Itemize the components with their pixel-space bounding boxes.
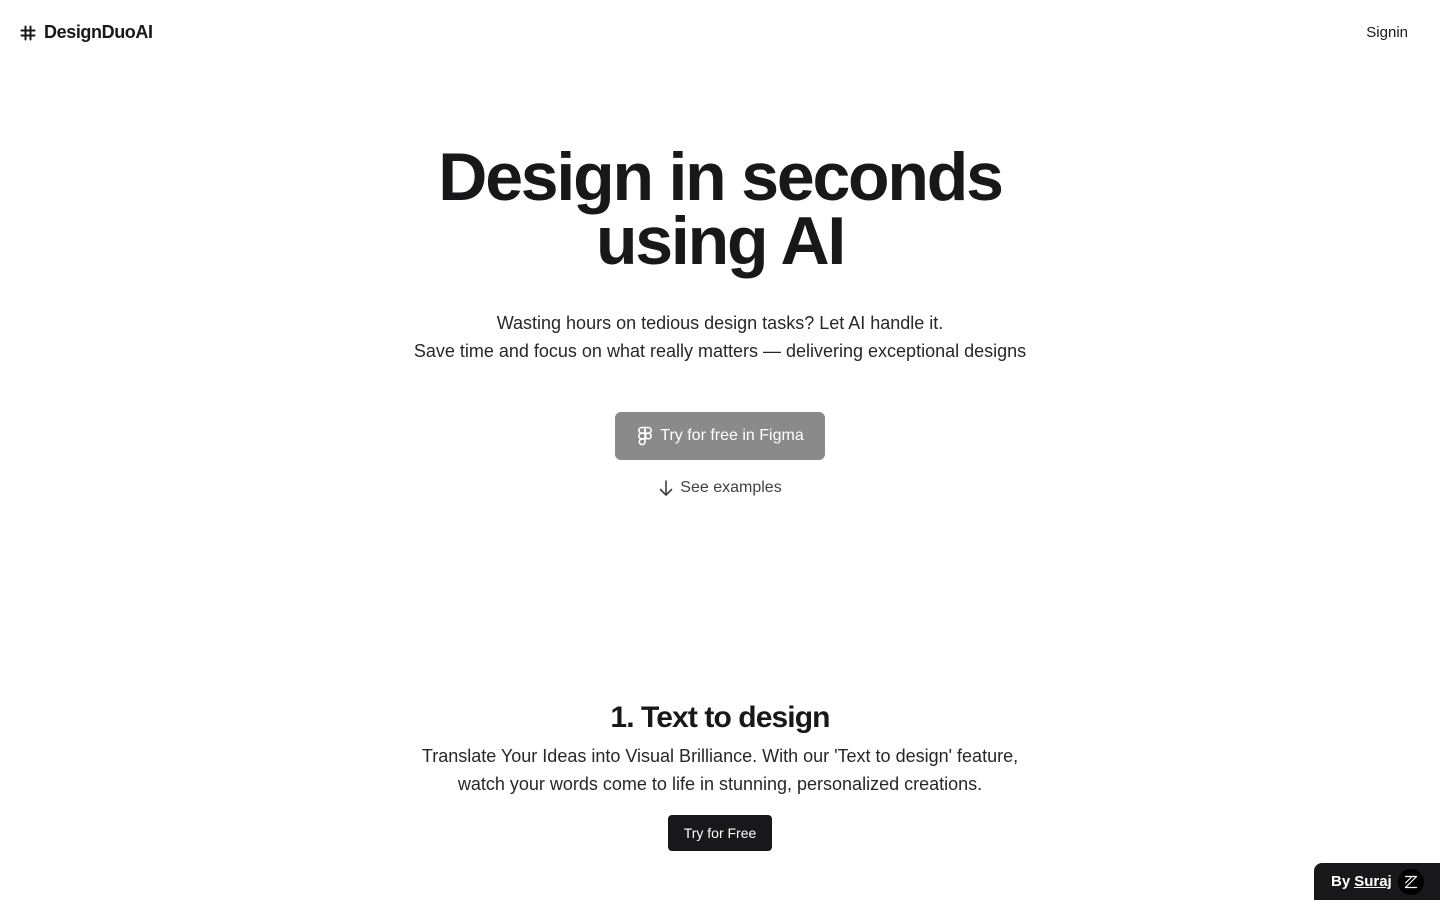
author-link[interactable]: Suraj [1354, 873, 1392, 890]
try-for-free-button[interactable]: Try for Free [667, 815, 773, 851]
try-figma-button[interactable]: Try for free in Figma [615, 412, 825, 460]
feature-description-line-1: Translate Your Ideas into Visual Brillia… [421, 746, 1019, 766]
hash-icon [20, 25, 36, 41]
brand-link[interactable]: DesignDuoAI [20, 22, 153, 43]
feature-description: Translate Your Ideas into Visual Brillia… [0, 742, 1440, 798]
see-examples-label: See examples [680, 479, 782, 496]
brand-name: DesignDuoAI [44, 22, 153, 42]
hero-subtitle-line-1: Wasting hours on tedious design tasks? L… [496, 313, 944, 333]
see-examples-link[interactable]: See examples [0, 479, 1440, 497]
feature-description-line-2: watch your words come to life in stunnin… [457, 774, 983, 794]
try-figma-label: Try for free in Figma [660, 427, 804, 444]
hero-title-line-1: Design in seconds [438, 139, 1004, 215]
hero-subtitle-line-2: Save time and focus on what really matte… [413, 341, 1027, 361]
hero-section: Design in seconds using AI Wasting hours… [0, 139, 1440, 365]
hero-subtitle: Wasting hours on tedious design tasks? L… [0, 309, 1440, 365]
hero-title: Design in seconds using AI [0, 139, 1440, 279]
by-label: By [1331, 873, 1351, 890]
feature-title: 1. Text to design [610, 701, 830, 734]
top-nav: DesignDuoAI Signin [0, 0, 1440, 68]
author-badge: By Suraj [1314, 863, 1440, 900]
signin-link[interactable]: Signin [1366, 24, 1408, 41]
hero-title-line-2: using AI [595, 203, 846, 279]
figma-icon [636, 426, 654, 446]
feature-text-to-design: 1. Text to design Translate Your Ideas i… [0, 698, 1440, 851]
z-logo-icon[interactable] [1398, 869, 1424, 895]
landing-page: DesignDuoAI Signin Design in seconds usi… [0, 0, 1440, 900]
arrow-down-icon [658, 479, 674, 497]
